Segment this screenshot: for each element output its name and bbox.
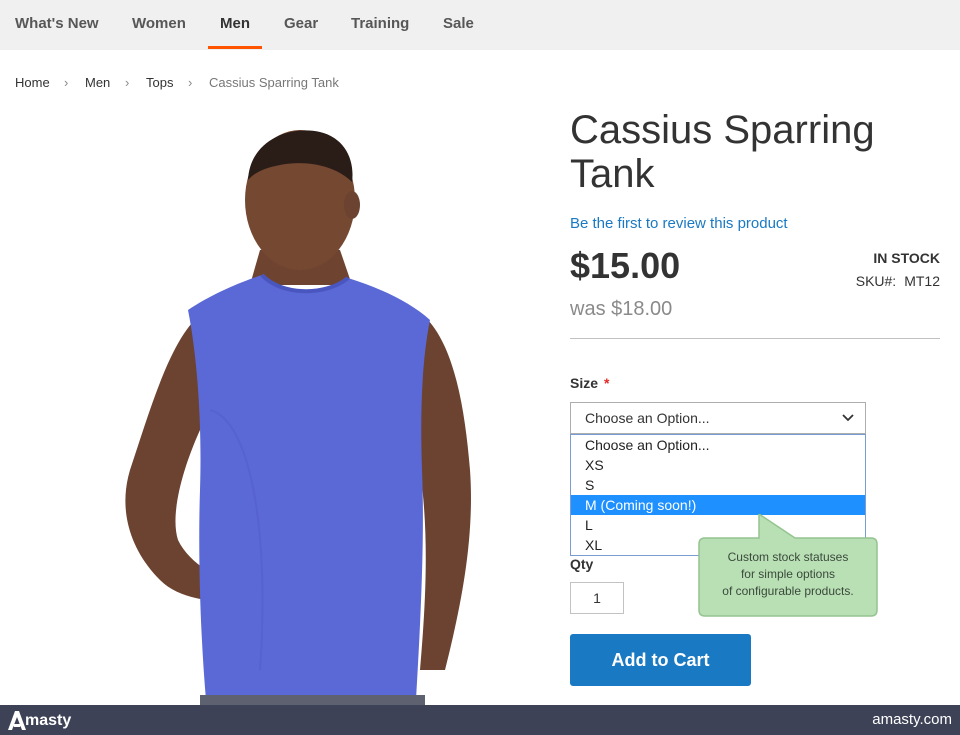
chevron-down-icon: [842, 414, 854, 422]
qty-input[interactable]: [570, 582, 624, 614]
callout-line-1: Custom stock statuses: [727, 550, 849, 564]
size-select-value: Choose an Option...: [585, 410, 710, 426]
qty-label: Qty: [570, 556, 594, 572]
size-option-placeholder[interactable]: Choose an Option...: [571, 435, 865, 455]
size-label: Size *: [570, 375, 609, 391]
sku-value: MT12: [904, 273, 940, 289]
active-tab-indicator: [208, 46, 262, 49]
amasty-website-link[interactable]: amasty.com: [872, 711, 952, 728]
sku: SKU#: MT12: [856, 273, 940, 289]
callout-text: Custom stock statuses for simple options…: [697, 549, 879, 600]
old-price: was $18.00: [570, 298, 673, 320]
blue-tank-top: [188, 275, 430, 700]
footer-bar: masty amasty.com: [0, 705, 960, 735]
breadcrumb-men[interactable]: Men: [85, 75, 110, 90]
review-link[interactable]: Be the first to review this product: [570, 215, 788, 232]
stock-status: In stock: [873, 250, 940, 266]
nav-item-training[interactable]: Training: [351, 0, 409, 50]
breadcrumb-separator-icon: ›: [125, 75, 130, 90]
breadcrumb-current: Cassius Sparring Tank: [209, 75, 339, 90]
model-ear: [344, 191, 360, 219]
product-price: $15.00: [570, 245, 681, 286]
breadcrumb-separator-icon: ›: [64, 75, 69, 90]
nav-item-men[interactable]: Men: [220, 0, 250, 50]
product-title-line-2: Tank: [570, 152, 655, 196]
size-label-text: Size: [570, 375, 599, 391]
size-option-xs[interactable]: XS: [571, 455, 865, 475]
size-select[interactable]: Choose an Option...: [570, 402, 866, 434]
breadcrumb-tops[interactable]: Tops: [146, 75, 173, 90]
size-option-s[interactable]: S: [571, 475, 865, 495]
size-option-m[interactable]: M (Coming soon!): [571, 495, 865, 515]
nav-item-whats-new[interactable]: What's New: [15, 0, 99, 50]
product-image[interactable]: [90, 110, 490, 705]
nav-item-women[interactable]: Women: [132, 0, 186, 50]
sku-label: SKU#:: [855, 273, 897, 289]
logo-text: masty: [25, 712, 72, 729]
add-to-cart-button[interactable]: Add to Cart: [570, 634, 751, 686]
divider: [570, 338, 940, 339]
breadcrumb-separator-icon: ›: [188, 75, 193, 90]
nav-item-gear[interactable]: Gear: [284, 0, 318, 50]
product-title: Cassius Sparring Tank: [570, 108, 930, 196]
feature-callout: Custom stock statuses for simple options…: [697, 514, 879, 620]
model-pants: [200, 695, 425, 705]
callout-line-2: for simple options: [740, 567, 836, 581]
required-marker: *: [604, 375, 610, 391]
nav-item-sale[interactable]: Sale: [443, 0, 474, 50]
amasty-a-logo-icon: [8, 711, 26, 730]
top-navigation: What's New Women Men Gear Training Sale: [0, 0, 960, 50]
product-title-line-1: Cassius Sparring: [570, 108, 875, 152]
breadcrumb-home[interactable]: Home: [15, 75, 50, 90]
callout-line-3: of configurable products.: [722, 584, 854, 598]
